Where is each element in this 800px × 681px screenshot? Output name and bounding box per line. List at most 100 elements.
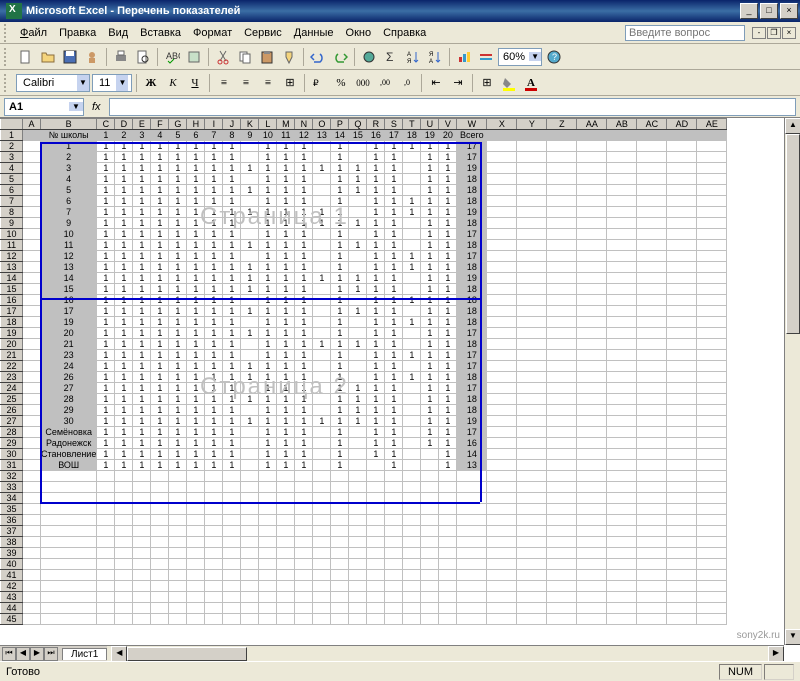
menu-tools[interactable]: Сервис [238,25,288,41]
cell[interactable]: 1 [151,229,169,240]
col-header[interactable]: B [41,119,97,130]
cell[interactable] [385,592,403,603]
row-header[interactable]: 42 [1,581,23,592]
cell[interactable] [517,548,547,559]
row-header[interactable]: 6 [1,185,23,196]
cell[interactable]: 18 [457,306,487,317]
cell[interactable] [637,570,667,581]
cell[interactable] [115,603,133,614]
cell[interactable] [241,438,259,449]
cell[interactable]: 1 [223,383,241,394]
cell[interactable]: 1 [241,163,259,174]
cell[interactable]: 1 [151,460,169,471]
cell[interactable] [313,515,331,526]
menu-file[interactable]: Файл [14,25,53,41]
cell[interactable] [241,515,259,526]
cell[interactable] [577,614,607,625]
cell[interactable]: 1 [421,328,439,339]
cell[interactable]: 1 [313,273,331,284]
cell[interactable] [577,570,607,581]
cell[interactable]: 1 [385,306,403,317]
cell[interactable] [457,493,487,504]
col-header[interactable]: J [223,119,241,130]
cell[interactable]: 1 [295,416,313,427]
col-header[interactable]: Q [349,119,367,130]
cell[interactable] [205,537,223,548]
toolbar-handle[interactable] [4,48,10,66]
cell[interactable]: 1 [331,416,349,427]
cell[interactable] [187,570,205,581]
cell[interactable] [97,482,115,493]
col-header[interactable]: D [115,119,133,130]
cell[interactable]: 1 [259,240,277,251]
cell[interactable] [385,471,403,482]
cell[interactable] [133,603,151,614]
cell[interactable] [133,526,151,537]
cell[interactable]: 17 [457,361,487,372]
cell[interactable] [547,537,577,548]
cell[interactable]: 1 [115,449,133,460]
cell[interactable] [607,471,637,482]
cell[interactable] [367,493,385,504]
cell[interactable] [487,471,517,482]
cell[interactable] [457,515,487,526]
cell[interactable]: 1 [385,372,403,383]
cell[interactable]: 1 [97,449,115,460]
cell[interactable] [259,559,277,570]
cell[interactable] [637,515,667,526]
cell[interactable]: 1 [97,427,115,438]
cell[interactable]: ВОШ [41,460,97,471]
cell[interactable]: 1 [115,218,133,229]
cell[interactable] [385,504,403,515]
cell[interactable]: 1 [439,438,457,449]
cell[interactable]: 1 [367,196,385,207]
tab-first-button[interactable]: ⏮ [2,647,16,661]
cell[interactable] [487,592,517,603]
cell[interactable]: 1 [331,163,349,174]
cell[interactable]: 1 [403,350,421,361]
cell[interactable] [607,515,637,526]
row-header[interactable]: 34 [1,493,23,504]
cell[interactable]: 1 [115,251,133,262]
row-header[interactable]: 11 [1,240,23,251]
cell[interactable]: 1 [169,295,187,306]
cell[interactable]: 1 [133,163,151,174]
cell[interactable]: 2 [41,152,97,163]
cell[interactable]: 1 [439,361,457,372]
cell[interactable] [331,548,349,559]
cell[interactable] [23,482,41,493]
cell[interactable]: 1 [277,405,295,416]
cell[interactable]: 1 [169,141,187,152]
cell[interactable] [367,614,385,625]
cell[interactable]: 1 [187,185,205,196]
cell[interactable] [205,493,223,504]
cell[interactable] [259,614,277,625]
cell[interactable]: 1 [259,328,277,339]
cell[interactable] [313,427,331,438]
cell[interactable]: 1 [385,405,403,416]
cell[interactable] [385,537,403,548]
cell[interactable]: 1 [259,207,277,218]
cell[interactable] [403,185,421,196]
cell[interactable]: 23 [41,350,97,361]
cell[interactable]: 18 [457,405,487,416]
cell[interactable]: 17 [457,229,487,240]
cell[interactable]: 1 [169,328,187,339]
cell[interactable]: 18 [457,196,487,207]
cell[interactable]: 1 [187,218,205,229]
cell[interactable]: 1 [223,416,241,427]
cell[interactable]: 1 [439,416,457,427]
row-header[interactable]: 5 [1,174,23,185]
sort-asc-icon[interactable]: AЯ [403,47,423,67]
cell[interactable]: 1 [259,339,277,350]
cell[interactable]: 1 [205,240,223,251]
cell[interactable]: 1 [439,460,457,471]
cell[interactable] [97,592,115,603]
cell[interactable]: 1 [385,284,403,295]
cell[interactable]: 1 [169,284,187,295]
cell[interactable]: 1 [187,449,205,460]
cell[interactable] [403,548,421,559]
dec-indent-icon[interactable]: ⇤ [426,73,446,93]
cell[interactable] [547,504,577,515]
cell[interactable] [23,592,41,603]
